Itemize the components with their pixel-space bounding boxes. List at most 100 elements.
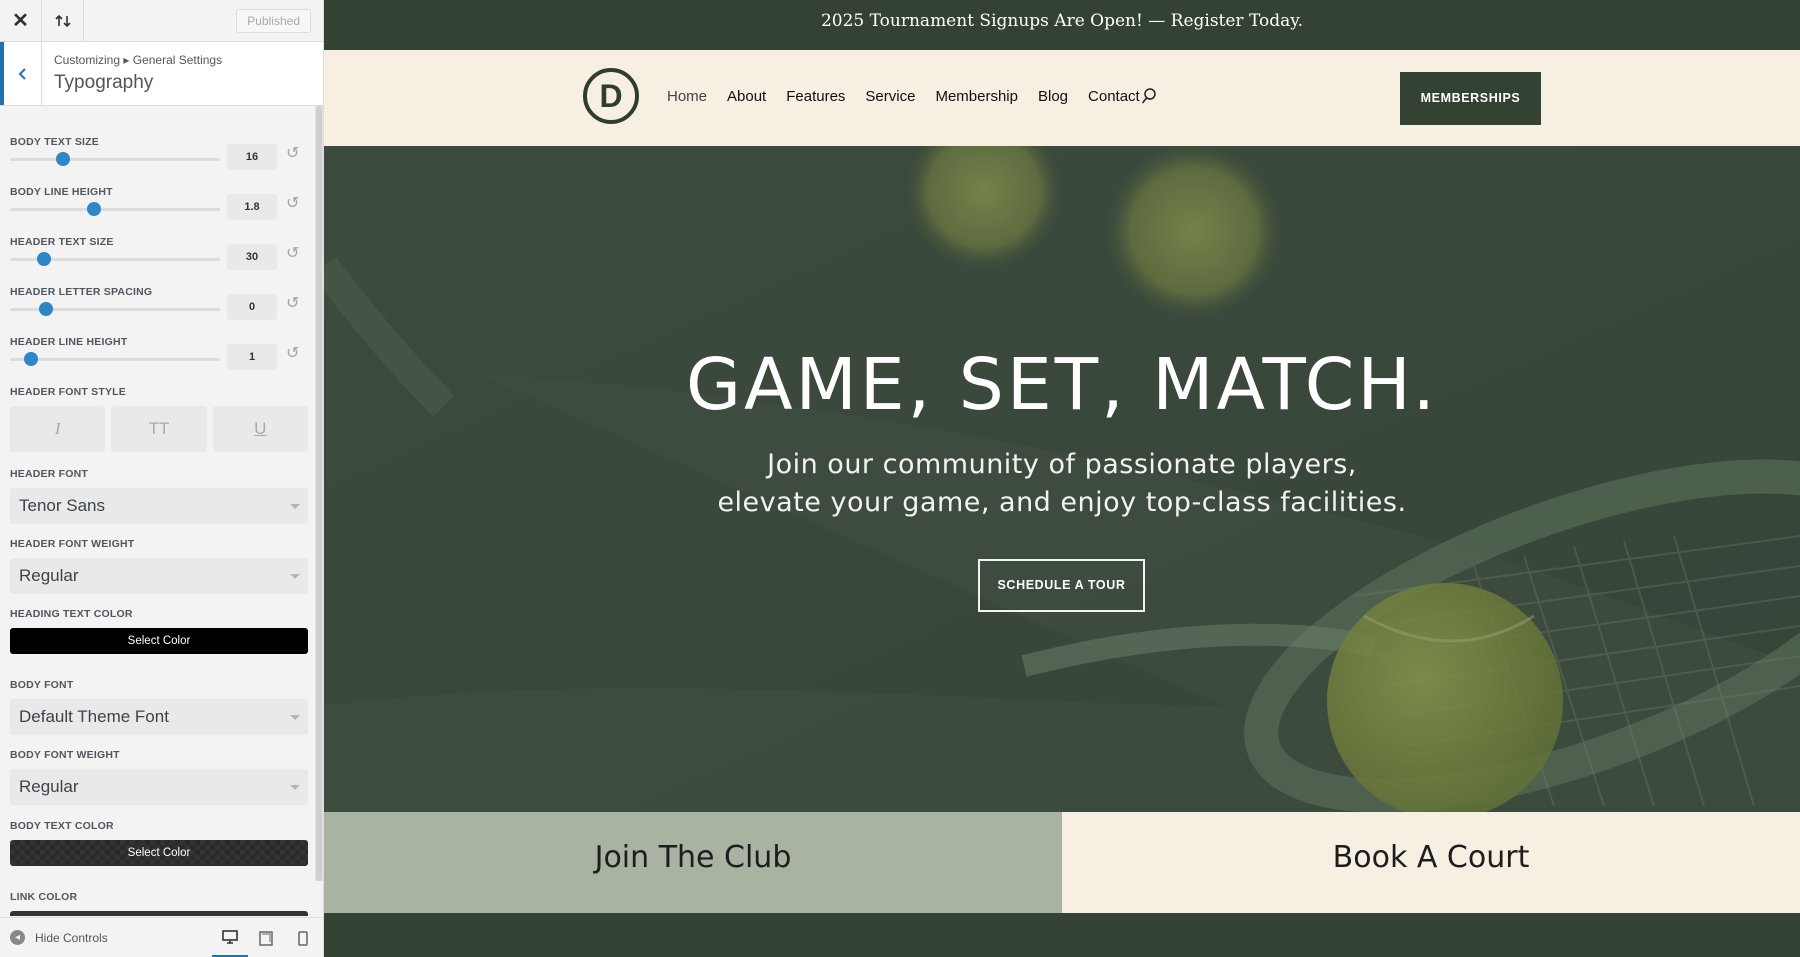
- slider-handle[interactable]: [24, 352, 38, 366]
- collapse-icon: ◂: [10, 930, 25, 945]
- customizer-header: ✕ Published: [0, 0, 323, 42]
- nav-membership[interactable]: Membership: [935, 88, 1018, 105]
- hero-subtitle-line-2: elevate your game, and enjoy top-class f…: [717, 487, 1407, 518]
- footer-band: [324, 913, 1800, 957]
- reset-icon[interactable]: ↺: [286, 344, 306, 364]
- published-button[interactable]: Published: [236, 9, 311, 33]
- caret-down-icon: [290, 504, 300, 509]
- body-text-color-control: Body Text Color Select Color: [10, 820, 308, 866]
- range-label: Body Line Height: [10, 186, 113, 198]
- link-color-picker-button[interactable]: [10, 911, 308, 916]
- section-title: Typography: [54, 72, 154, 93]
- italic-style-button[interactable]: I: [10, 406, 106, 452]
- reset-icon[interactable]: ↺: [286, 244, 306, 264]
- customizer-sidebar: ✕ Published Customizing ▸ General Settin…: [0, 0, 324, 957]
- desktop-icon: [222, 929, 238, 944]
- memberships-button[interactable]: MEMBERSHIPS: [1400, 72, 1541, 125]
- nav-features[interactable]: Features: [786, 88, 845, 105]
- heading-text-color-label: Heading Text Color: [10, 608, 133, 620]
- nav-home[interactable]: Home: [667, 88, 707, 105]
- header-font-style-label: Header Font Style: [10, 386, 126, 398]
- slider-handle[interactable]: [87, 202, 101, 216]
- body-font-label: Body Font: [10, 679, 74, 691]
- range-slider[interactable]: [10, 152, 220, 166]
- close-icon: ✕: [12, 10, 29, 32]
- site-preview: 2025 Tournament Signups Are Open! — Regi…: [324, 0, 1800, 957]
- link-color-control: Link Color: [10, 891, 308, 916]
- range-control: Body Line Height 1.8 ↺: [10, 186, 310, 230]
- schedule-tour-button[interactable]: SCHEDULE A TOUR: [978, 559, 1145, 612]
- body-color-picker-button[interactable]: Select Color: [10, 840, 308, 866]
- slider-handle[interactable]: [55, 152, 70, 166]
- header-font-weight-select[interactable]: Regular: [10, 558, 308, 594]
- header-font-style-control: Header Font Style I TT U: [10, 386, 308, 452]
- back-button[interactable]: [0, 42, 42, 105]
- range-value-input[interactable]: 0: [227, 294, 277, 320]
- caret-down-icon: [290, 715, 300, 720]
- header-font-control: Header Font Tenor Sans: [10, 468, 308, 524]
- announcement-bar[interactable]: 2025 Tournament Signups Are Open! — Regi…: [324, 0, 1800, 50]
- body-font-weight-select[interactable]: Regular: [10, 769, 308, 805]
- caret-down-icon: [290, 785, 300, 790]
- body-font-control: Body Font Default Theme Font: [10, 679, 308, 735]
- range-control: Header Letter Spacing 0 ↺: [10, 286, 310, 330]
- join-club-cta[interactable]: Join The Club: [324, 812, 1062, 913]
- search-icon[interactable]: [1141, 87, 1157, 105]
- underline-style-button[interactable]: U: [212, 406, 308, 452]
- body-font-weight-control: Body Font Weight Regular: [10, 749, 308, 805]
- breadcrumb: Customizing ▸ General Settings: [54, 53, 223, 67]
- range-value-input[interactable]: 30: [227, 244, 277, 270]
- mobile-preview-button[interactable]: [285, 918, 321, 957]
- cta-row: Join The Club Book A Court: [324, 812, 1800, 913]
- reset-icon[interactable]: ↺: [286, 144, 306, 164]
- body-text-color-label: Body Text Color: [10, 820, 114, 832]
- slider-handle[interactable]: [38, 302, 53, 316]
- nav-contact[interactable]: Contact: [1088, 88, 1140, 105]
- nav-blog[interactable]: Blog: [1038, 88, 1068, 105]
- main-nav: Home About Features Service Membership B…: [667, 88, 1140, 105]
- body-font-select[interactable]: Default Theme Font: [10, 699, 308, 735]
- caret-down-icon: [290, 574, 300, 579]
- range-value-input[interactable]: 1.8: [227, 194, 277, 220]
- section-header: Customizing ▸ General Settings Typograph…: [0, 42, 323, 106]
- range-value-input[interactable]: 16: [227, 144, 277, 170]
- hide-controls-label: Hide Controls: [35, 930, 108, 945]
- header-font-weight-control: Header Font Weight Regular: [10, 538, 308, 594]
- hero-title: GAME, SET, MATCH.: [685, 343, 1439, 426]
- nav-service[interactable]: Service: [865, 88, 915, 105]
- customizer-footer: ◂ Hide Controls: [0, 917, 323, 957]
- controls-panel: Body Text Size 16 ↺ Body Line Height 1.8 ↺ Hea…: [0, 106, 316, 916]
- range-control: Body Text Size 16 ↺: [10, 136, 310, 180]
- mobile-icon: [298, 930, 308, 946]
- header-font-select[interactable]: Tenor Sans: [10, 488, 308, 524]
- site-logo[interactable]: D: [583, 68, 639, 124]
- header-font-weight-label: Header Font Weight: [10, 538, 135, 550]
- range-slider[interactable]: [10, 202, 220, 216]
- range-slider[interactable]: [10, 252, 220, 266]
- heading-color-picker-button[interactable]: Select Color: [10, 628, 308, 654]
- controls-scrollbar[interactable]: [315, 106, 323, 881]
- header-font-label: Header Font: [10, 468, 89, 480]
- range-value-input[interactable]: 1: [227, 344, 277, 370]
- tablet-preview-button[interactable]: [248, 918, 284, 957]
- uppercase-style-button[interactable]: TT: [111, 406, 207, 452]
- close-customizer-button[interactable]: ✕: [0, 0, 42, 42]
- reset-icon[interactable]: ↺: [286, 194, 306, 214]
- range-label: Header Line Height: [10, 336, 128, 348]
- book-court-cta[interactable]: Book A Court: [1062, 812, 1800, 913]
- link-color-label: Link Color: [10, 891, 78, 903]
- nav-about[interactable]: About: [727, 88, 766, 105]
- range-slider[interactable]: [10, 302, 220, 316]
- body-font-weight-label: Body Font Weight: [10, 749, 120, 761]
- range-slider[interactable]: [10, 352, 220, 366]
- sort-arrows-icon: [54, 14, 71, 27]
- hide-controls-button[interactable]: ◂ Hide Controls: [0, 930, 108, 945]
- desktop-preview-button[interactable]: [212, 918, 248, 957]
- reset-icon[interactable]: ↺: [286, 294, 306, 314]
- hero-subtitle: Join our community of passionate players…: [324, 446, 1800, 522]
- chevron-left-icon: [18, 67, 26, 80]
- slider-handle[interactable]: [36, 252, 51, 266]
- range-control: Header Text Size 30 ↺: [10, 236, 310, 280]
- tablet-icon: [259, 930, 273, 946]
- undo-redo-button[interactable]: [42, 0, 84, 42]
